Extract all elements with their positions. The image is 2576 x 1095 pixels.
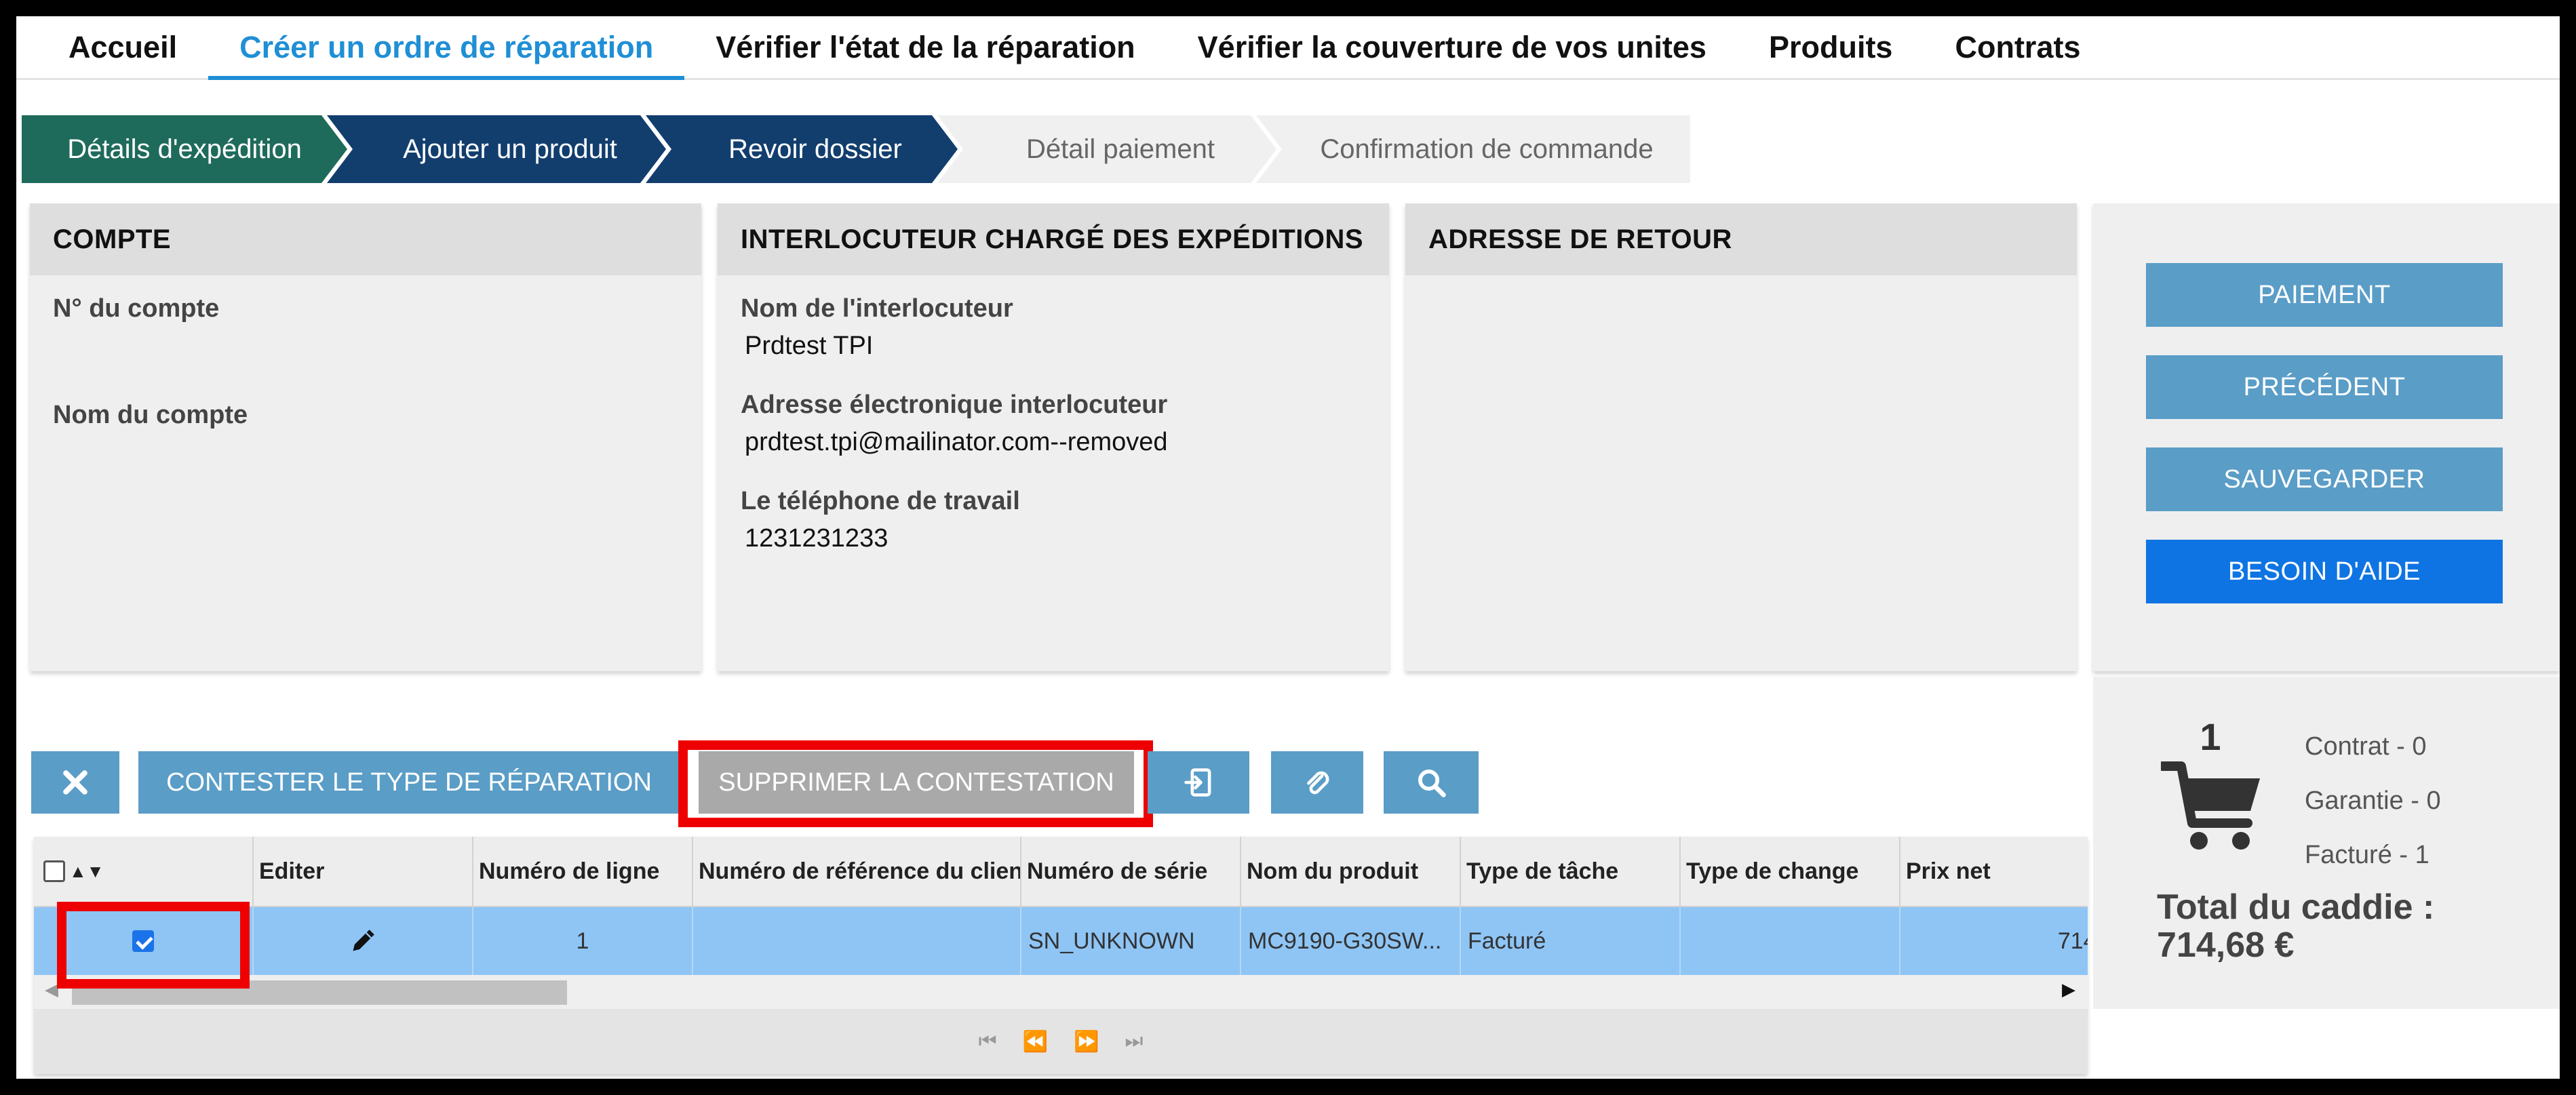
account-number-label: N° du compte — [53, 294, 220, 323]
shopping-cart-icon — [2161, 761, 2260, 850]
header-select-cell: ▲▼ — [34, 837, 254, 907]
step-review-file[interactable]: Revoir dossier — [646, 115, 958, 183]
select-all-checkbox[interactable] — [43, 860, 65, 882]
return-address-panel: ADRESSE DE RETOUR — [1405, 203, 2077, 671]
step-add-product[interactable]: Ajouter un produit — [327, 115, 666, 183]
export-button[interactable] — [1148, 751, 1249, 814]
row-serial-number: SN_UNKNOWN — [1021, 907, 1241, 975]
checkout-stepper: Détails d'expédition Ajouter un produit … — [22, 115, 1690, 183]
row-net-price: 714, — [1900, 907, 2088, 975]
cart-total-value: 714,68 € — [2157, 925, 2295, 965]
export-icon — [1184, 768, 1211, 797]
clear-button[interactable] — [31, 751, 119, 814]
horizontal-scrollbar[interactable]: ◀ ▶ — [34, 975, 2088, 1009]
table-row[interactable]: 1 SN_UNKNOWN MC9190-G30SW... Facturé 714… — [34, 907, 2088, 975]
repair-lines-grid: ▲▼ Editer Numéro de ligne Numéro de réfé… — [34, 837, 2088, 1074]
step-shipping-details[interactable]: Détails d'expédition — [22, 115, 347, 183]
search-button[interactable] — [1384, 751, 1479, 814]
row-product-name: MC9190-G30SW... — [1241, 907, 1461, 975]
close-icon — [63, 770, 87, 795]
panel-title: ADRESSE DE RETOUR — [1405, 203, 2077, 275]
actions-panel: PAIEMENT PRÉCÉDENT SAUVEGARDER BESOIN D'… — [2093, 203, 2560, 671]
panel-title: COMPTE — [30, 203, 701, 275]
cart-total: Total du caddie : 714,68 € — [2157, 888, 2434, 964]
previous-button[interactable]: PRÉCÉDENT — [2146, 355, 2503, 419]
pencil-icon[interactable] — [347, 925, 379, 957]
header-serial-number[interactable]: Numéro de série — [1021, 837, 1241, 907]
account-number-value — [57, 332, 701, 361]
payment-button[interactable]: PAIEMENT — [2146, 263, 2503, 327]
row-edit-cell — [254, 907, 473, 975]
highlight-remove-dispute — [678, 740, 1153, 827]
search-icon — [1418, 770, 1446, 797]
contact-name-value: Prdtest TPI — [745, 332, 874, 360]
nav-create-repair-order[interactable]: Créer un ordre de réparation — [208, 16, 685, 80]
app-frame: Accueil Créer un ordre de réparation Vér… — [16, 16, 2560, 1079]
scroll-right-icon[interactable]: ▶ — [2062, 979, 2075, 1000]
save-button[interactable]: SAUVEGARDER — [2146, 447, 2503, 511]
step-order-confirmation: Confirmation de commande — [1256, 115, 1690, 183]
grid-pager: ⏮ ⏪ ⏩ ⏭ — [34, 1009, 2088, 1074]
row-change-type — [1681, 907, 1900, 975]
contact-email-label: Adresse électronique interlocuteur — [741, 391, 1168, 419]
contact-phone-label: Le téléphone de travail — [741, 487, 1020, 515]
cart-total-label: Total du caddie : — [2157, 888, 2435, 927]
nav-contracts[interactable]: Contrats — [1924, 16, 2111, 78]
paperclip-icon — [1307, 771, 1329, 795]
contact-name-label: Nom de l'interlocuteur — [741, 294, 1013, 323]
account-name-label: Nom du compte — [53, 401, 248, 429]
next-page-icon[interactable]: ⏩ — [1074, 1030, 1099, 1054]
grid-header: ▲▼ Editer Numéro de ligne Numéro de réfé… — [34, 837, 2088, 907]
row-task-type: Facturé — [1461, 907, 1681, 975]
nav-check-coverage[interactable]: Vérifier la couverture de vos unites — [1167, 16, 1738, 78]
last-page-icon[interactable]: ⏭ — [1125, 1030, 1143, 1053]
attach-button[interactable] — [1271, 751, 1363, 814]
header-line-number[interactable]: Numéro de ligne — [473, 837, 693, 907]
cart-billed-count: Facturé - 1 — [2305, 841, 2429, 869]
dispute-repair-type-button[interactable]: CONTESTER LE TYPE DE RÉPARATION — [138, 751, 680, 814]
row-line-number: 1 — [473, 907, 693, 975]
header-customer-ref[interactable]: Numéro de référence du client — [693, 837, 1021, 907]
cart-contract-count: Contrat - 0 — [2305, 732, 2427, 761]
cart-count-badge: 1 — [2200, 715, 2221, 758]
top-navigation: Accueil Créer un ordre de réparation Vér… — [16, 16, 2560, 80]
header-product-name[interactable]: Nom du produit — [1241, 837, 1461, 907]
header-net-price[interactable]: Prix net — [1900, 837, 2088, 907]
nav-check-repair-status[interactable]: Vérifier l'état de la réparation — [684, 16, 1166, 78]
contact-phone-value: 1231231233 — [745, 524, 889, 553]
scroll-left-icon[interactable]: ◀ — [45, 979, 58, 1000]
panel-title: INTERLOCUTEUR CHARGÉ DES EXPÉDITIONS — [718, 203, 1389, 275]
nav-products[interactable]: Produits — [1738, 16, 1924, 78]
highlight-row-checkbox — [57, 902, 250, 989]
shipping-contact-panel: INTERLOCUTEUR CHARGÉ DES EXPÉDITIONS Nom… — [718, 203, 1389, 671]
nav-home[interactable]: Accueil — [16, 16, 208, 78]
cart-warranty-count: Garantie - 0 — [2305, 787, 2441, 815]
account-panel: COMPTE N° du compte Nom du compte — [30, 203, 701, 671]
header-edit[interactable]: Editer — [254, 837, 473, 907]
first-page-icon[interactable]: ⏮ — [979, 1030, 997, 1053]
step-payment-details: Détail paiement — [937, 115, 1276, 183]
header-change-type[interactable]: Type de change — [1681, 837, 1900, 907]
row-customer-ref — [693, 907, 1021, 975]
contact-email-value: prdtest.tpi@mailinator.com--removed — [745, 428, 1168, 456]
previous-page-icon[interactable]: ⏪ — [1023, 1030, 1048, 1054]
cart-summary: 1 Contrat - 0 Garantie - 0 Facturé - 1 T… — [2093, 677, 2560, 1009]
header-task-type[interactable]: Type de tâche — [1461, 837, 1681, 907]
sort-icon[interactable]: ▲▼ — [69, 861, 104, 882]
help-button[interactable]: BESOIN D'AIDE — [2146, 540, 2503, 603]
